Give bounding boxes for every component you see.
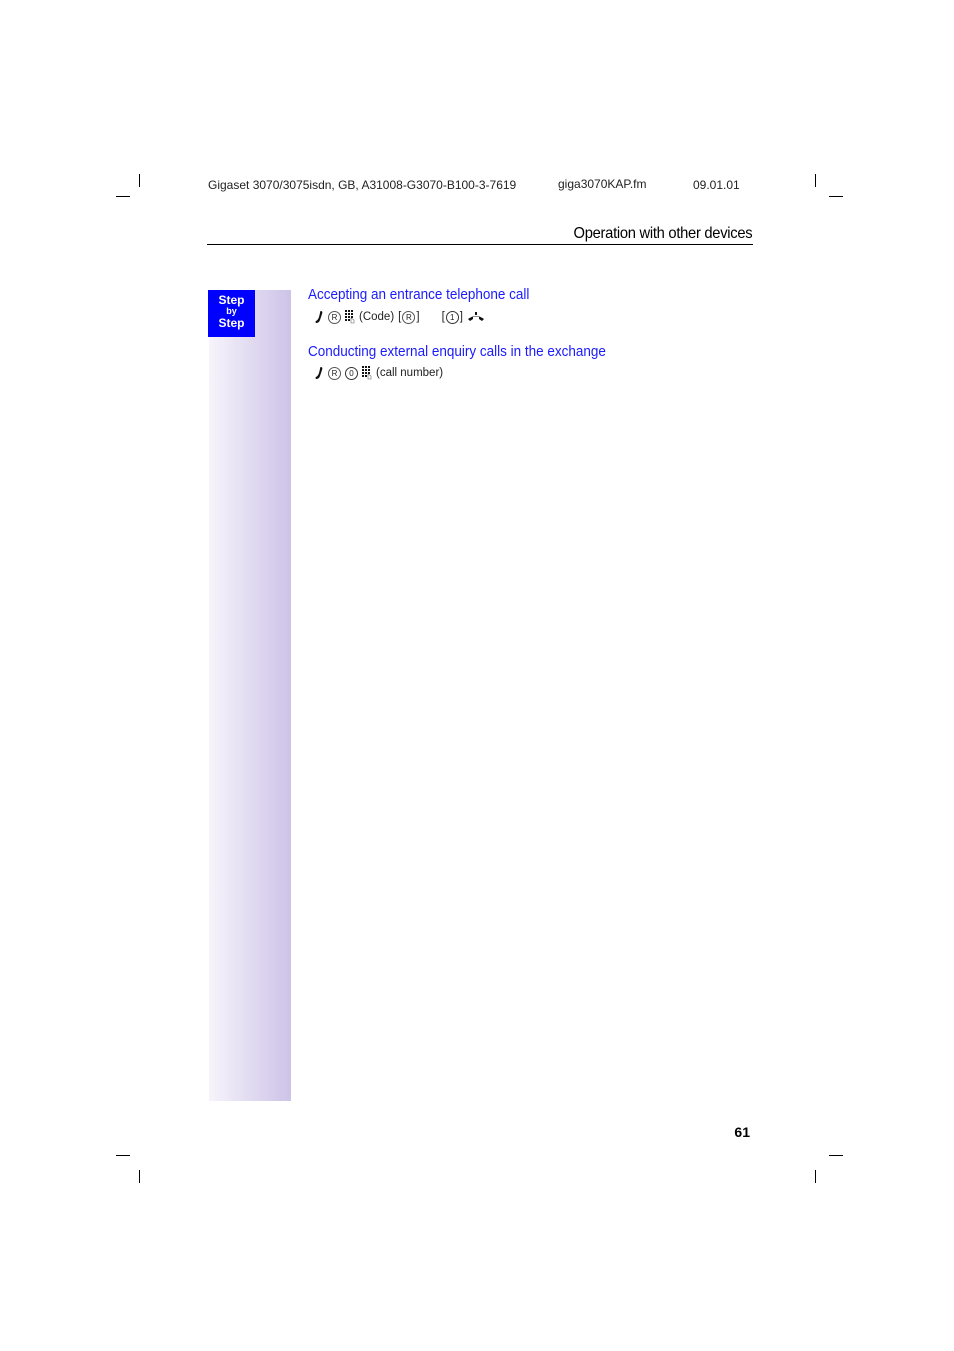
keypad-icon [362, 366, 372, 380]
by-label: by [226, 306, 237, 316]
step-label: Step [218, 293, 245, 307]
doc-id: Gigaset 3070/3075isdn, GB, A31008-G3070-… [208, 178, 517, 192]
key-0-icon: 0 [345, 366, 358, 380]
step-sidebar [209, 290, 291, 1101]
crop-mark [829, 1155, 843, 1156]
bracket-open: [ [441, 311, 445, 323]
crop-mark [116, 1155, 130, 1156]
recall-key-icon: R [402, 310, 416, 324]
crop-mark [139, 174, 140, 187]
lift-handset-icon [314, 366, 324, 380]
header-rule [207, 244, 753, 245]
bracket-close: ] [459, 311, 463, 323]
crop-mark [139, 1170, 140, 1183]
bracket-open: [ [398, 311, 402, 323]
call-number-label: (call number) [376, 367, 444, 379]
file-name: giga3070KAP.fm [558, 177, 647, 191]
hang-up-icon [467, 312, 485, 322]
section-heading: Conducting external enquiry calls in the… [308, 343, 606, 360]
section-title: Operation with other devices [573, 225, 752, 242]
crop-mark [815, 174, 816, 187]
key-1-icon: 1 [445, 310, 459, 324]
section-heading: Accepting an entrance telephone call [308, 286, 530, 303]
crop-mark [815, 1170, 816, 1183]
key-sequence: R 0 (call number) [314, 366, 443, 380]
crop-mark [829, 196, 843, 197]
doc-date: 09.01.01 [693, 178, 740, 192]
step-by-step-badge: Step by Step [208, 290, 255, 337]
bracket-close: ] [416, 311, 420, 323]
page-number: 61 [734, 1124, 750, 1140]
lift-handset-icon [314, 310, 324, 324]
crop-mark [116, 196, 130, 197]
code-label: (Code) [359, 311, 395, 323]
step-label: Step [218, 316, 245, 330]
keypad-icon [345, 310, 355, 324]
key-sequence: R (Code) [ R ] [ 1 ] [314, 310, 485, 324]
recall-key-icon: R [328, 366, 341, 380]
recall-key-icon: R [328, 310, 341, 324]
